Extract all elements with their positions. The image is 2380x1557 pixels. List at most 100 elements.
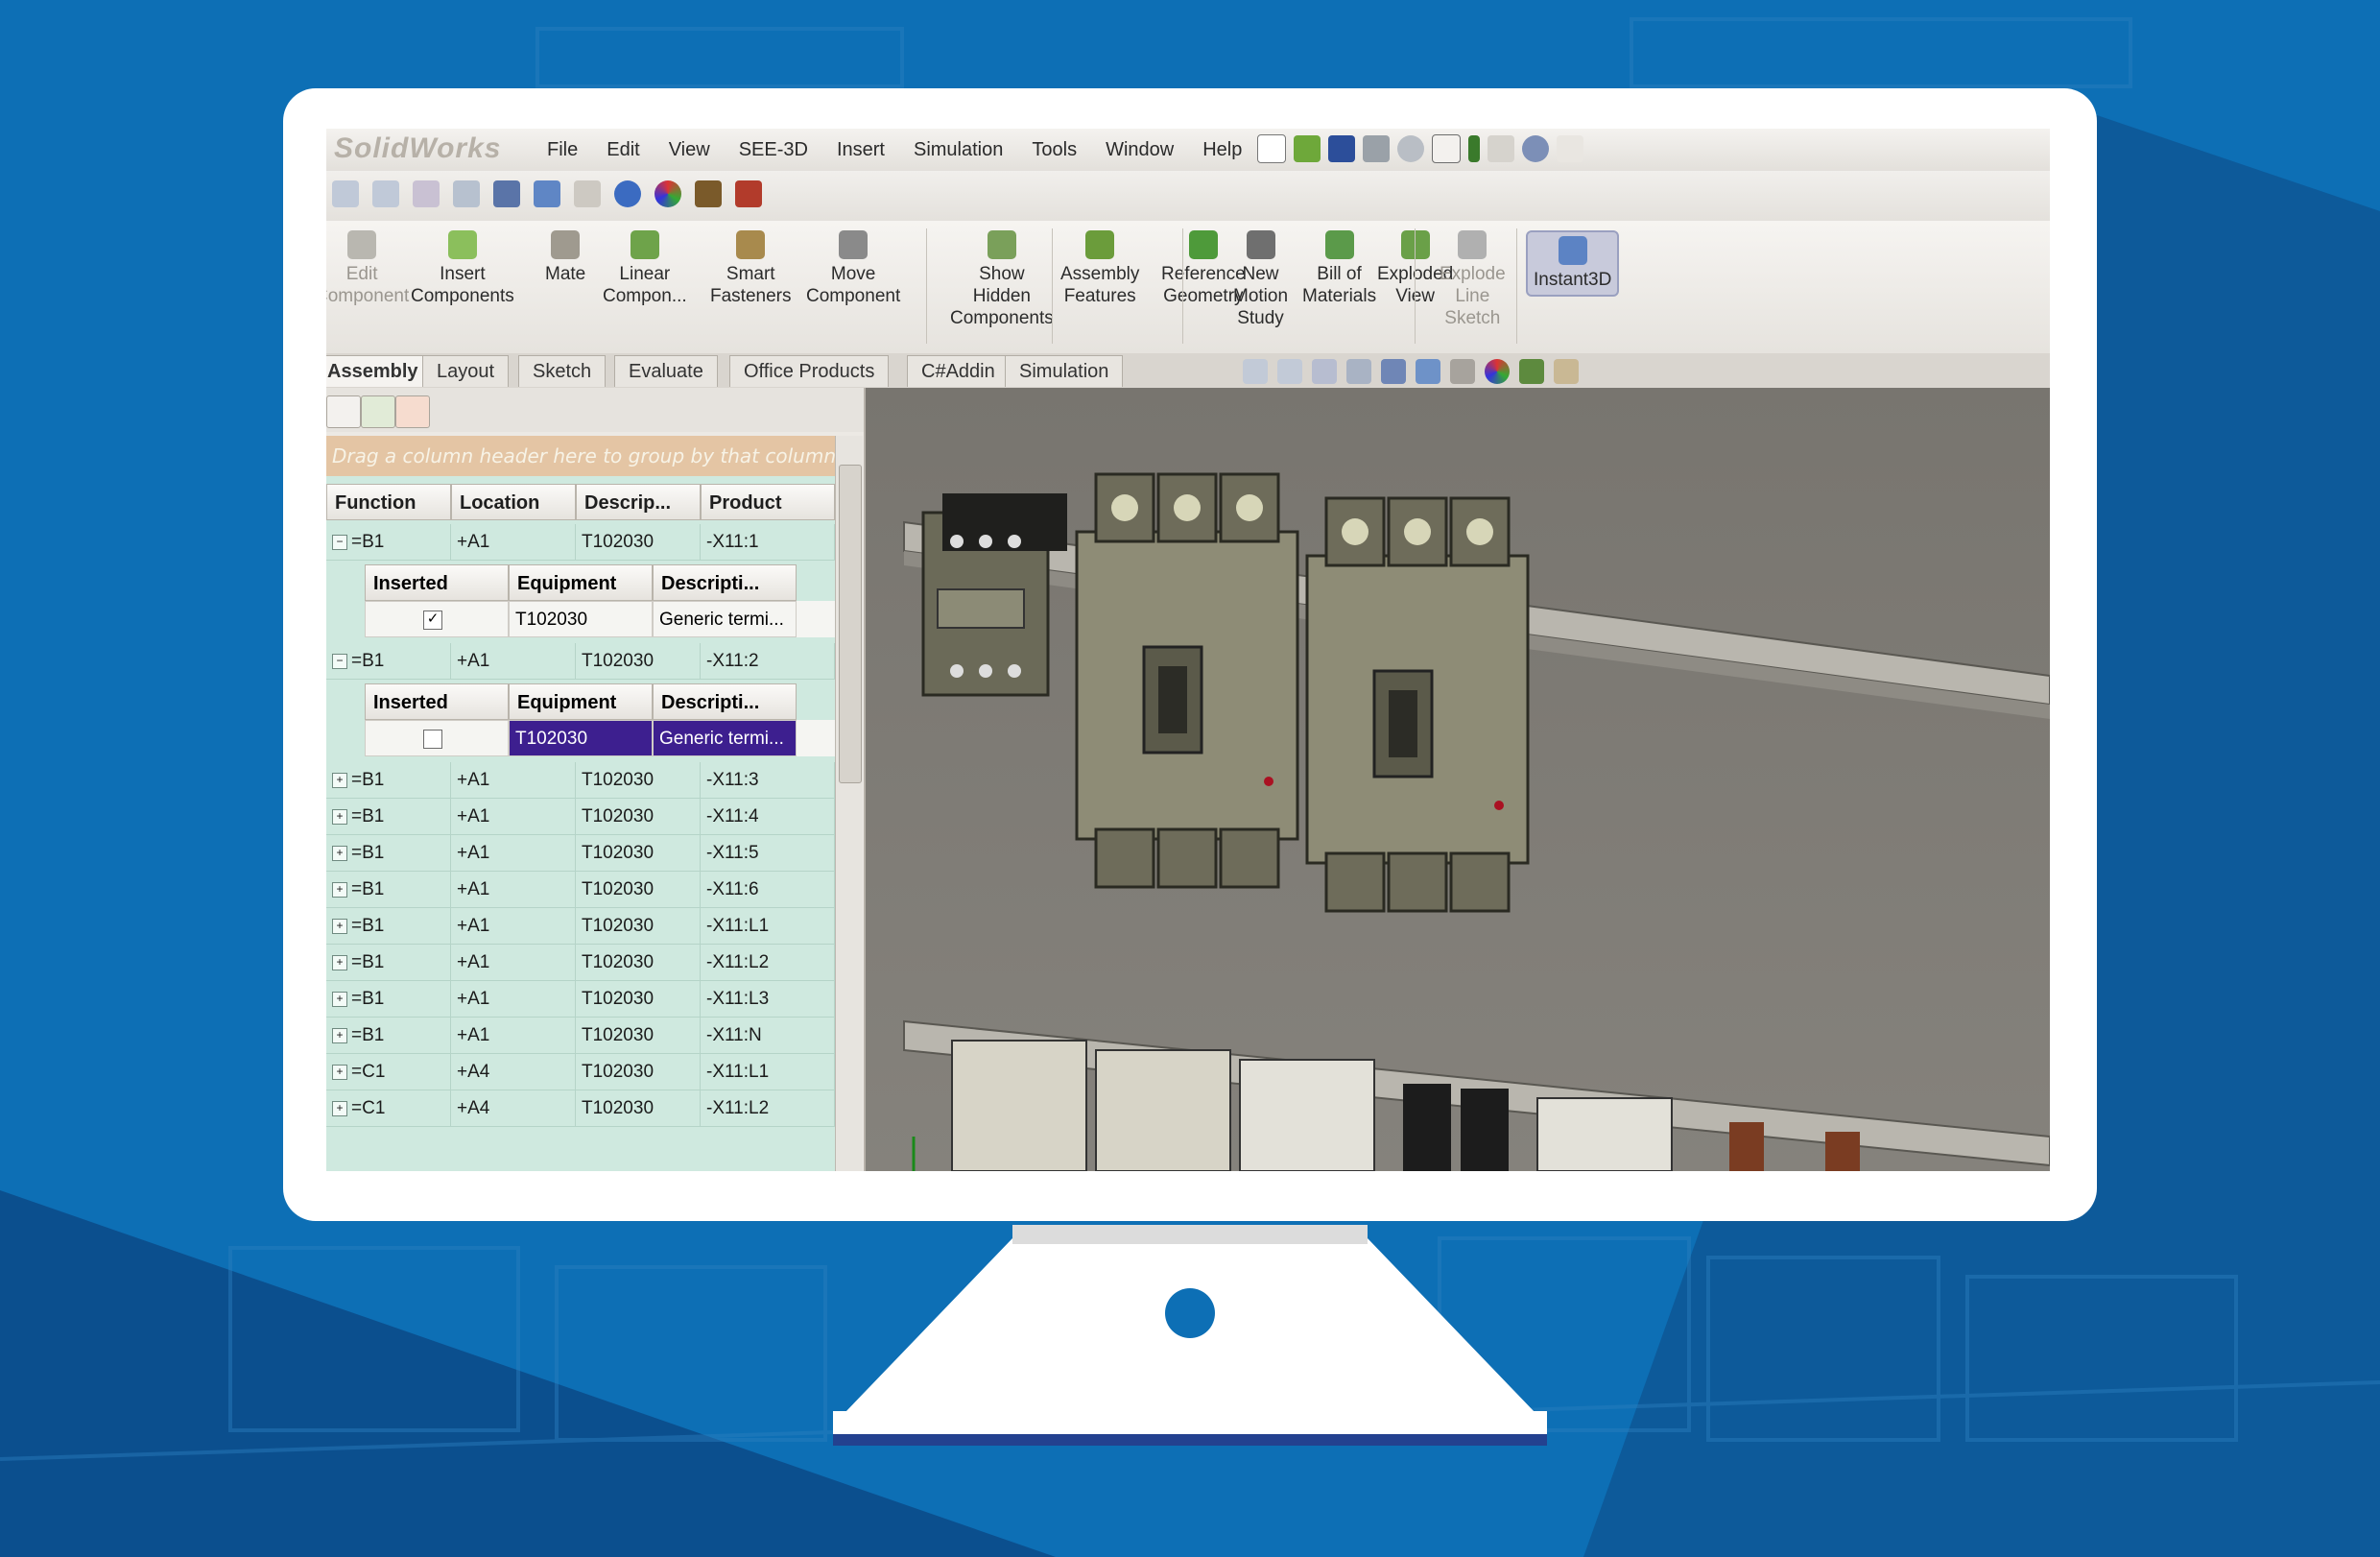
command-smart-fasteners[interactable]: Smart Fasteners xyxy=(710,230,791,307)
command-instant3d[interactable]: Instant3D xyxy=(1526,230,1620,297)
scene-icon[interactable] xyxy=(695,180,722,207)
collapse-icon[interactable]: − xyxy=(332,534,347,550)
expand-icon[interactable]: + xyxy=(332,1100,347,1116)
expand-icon[interactable]: + xyxy=(332,845,347,861)
command-explode-line-sketch[interactable]: Explode Line Sketch xyxy=(1440,230,1506,329)
rebuild-traffic-light-icon[interactable] xyxy=(1468,135,1480,162)
scene-icon[interactable] xyxy=(1519,359,1544,384)
menu-edit[interactable]: Edit xyxy=(607,139,639,161)
previous-view-icon[interactable] xyxy=(1312,359,1337,384)
table-row[interactable]: + =B1 +A1 T102030 -X11:3 xyxy=(326,762,835,799)
rotate-icon[interactable] xyxy=(614,180,641,207)
vertical-scrollbar[interactable] xyxy=(835,436,863,1171)
menu-insert[interactable]: Insert xyxy=(837,139,885,161)
addin-tab-icon[interactable] xyxy=(395,395,430,428)
graphics-viewport[interactable] xyxy=(866,388,2050,1171)
tab-assembly[interactable]: Assembly xyxy=(326,355,433,387)
display-style-icon[interactable] xyxy=(534,180,560,207)
menu-view[interactable]: View xyxy=(669,139,710,161)
zoom-to-fit-icon[interactable] xyxy=(332,180,359,207)
new-document-icon[interactable] xyxy=(1257,134,1286,163)
previous-view-icon[interactable] xyxy=(413,180,440,207)
expand-icon[interactable]: + xyxy=(332,772,347,788)
subgrid-column-header[interactable]: Equipment xyxy=(509,683,653,720)
command-move-component[interactable]: Move Component xyxy=(806,230,900,307)
expand-icon[interactable]: + xyxy=(332,954,347,970)
select-arrow-icon[interactable] xyxy=(1432,134,1461,163)
table-row[interactable]: + =B1 +A1 T102030 -X11:N xyxy=(326,1018,835,1054)
print-icon[interactable] xyxy=(1363,135,1390,162)
section-view-icon[interactable] xyxy=(453,180,480,207)
command-mate[interactable]: Mate xyxy=(545,230,585,285)
zoom-area-icon[interactable] xyxy=(1277,359,1302,384)
subgrid-column-header[interactable]: Equipment xyxy=(509,564,653,601)
render-icon[interactable] xyxy=(735,180,762,207)
tab-layout[interactable]: Layout xyxy=(422,355,510,387)
menu-file[interactable]: File xyxy=(547,139,578,161)
expand-icon[interactable]: + xyxy=(332,1027,347,1043)
table-row[interactable]: + =B1 +A1 T102030 -X11:L2 xyxy=(326,945,835,981)
hide-show-icon[interactable] xyxy=(1450,359,1475,384)
subgrid-row[interactable]: ✓ T102030 Generic termi... xyxy=(365,601,835,637)
column-header-function[interactable]: Function xyxy=(326,484,451,520)
section-view-icon[interactable] xyxy=(1346,359,1371,384)
undo-icon[interactable] xyxy=(1397,135,1424,162)
expand-icon[interactable]: + xyxy=(332,991,347,1007)
options-icon[interactable] xyxy=(1488,135,1514,162)
command-assembly-features[interactable]: Assembly Features xyxy=(1060,230,1139,307)
inserted-checkbox[interactable] xyxy=(423,729,442,749)
tab-sketch[interactable]: Sketch xyxy=(518,355,607,387)
menu-tools[interactable]: Tools xyxy=(1032,139,1077,161)
subgrid-column-header[interactable]: Inserted xyxy=(365,564,509,601)
expand-icon[interactable]: + xyxy=(332,918,347,934)
column-header-product[interactable]: Product xyxy=(701,484,835,520)
command-insert-components[interactable]: Insert Components xyxy=(411,230,514,307)
expand-icon[interactable]: + xyxy=(332,1064,347,1080)
menu-simulation[interactable]: Simulation xyxy=(914,139,1003,161)
column-header-descrip[interactable]: Descrip... xyxy=(576,484,701,520)
menu-window[interactable]: Window xyxy=(1106,139,1174,161)
subgrid-row[interactable]: T102030 Generic termi... xyxy=(365,720,835,756)
menu-help[interactable]: Help xyxy=(1202,139,1242,161)
zoom-area-icon[interactable] xyxy=(372,180,399,207)
view-orientation-icon[interactable] xyxy=(1381,359,1406,384)
collapse-icon[interactable]: − xyxy=(332,653,347,669)
table-row[interactable]: + =B1 +A1 T102030 -X11:L1 xyxy=(326,908,835,945)
help-icon[interactable] xyxy=(1557,135,1583,162)
scrollbar-thumb[interactable] xyxy=(839,465,862,783)
appearance-icon[interactable] xyxy=(654,180,681,207)
tab-c-addin[interactable]: C#Addin xyxy=(907,355,1010,387)
table-row[interactable]: − =B1 +A1 T102030 -X11:2 xyxy=(326,643,835,680)
tab-office-products[interactable]: Office Products xyxy=(729,355,890,387)
zoom-to-fit-icon[interactable] xyxy=(1243,359,1268,384)
table-row[interactable]: + =B1 +A1 T102030 -X11:5 xyxy=(326,835,835,872)
command-linear-compon[interactable]: Linear Compon... xyxy=(603,230,687,307)
search-icon[interactable] xyxy=(1522,135,1549,162)
expand-icon[interactable]: + xyxy=(332,808,347,825)
table-row[interactable]: + =B1 +A1 T102030 -X11:4 xyxy=(326,799,835,835)
subgrid-column-header[interactable]: Descripti... xyxy=(653,683,797,720)
table-row[interactable]: + =B1 +A1 T102030 -X11:6 xyxy=(326,872,835,908)
property-manager-tab-icon[interactable] xyxy=(361,395,395,428)
open-folder-icon[interactable] xyxy=(1294,135,1321,162)
command-bill-of-materials[interactable]: Bill of Materials xyxy=(1302,230,1376,307)
subgrid-column-header[interactable]: Inserted xyxy=(365,683,509,720)
table-row[interactable]: + =B1 +A1 T102030 -X11:L3 xyxy=(326,981,835,1018)
command-edit-component[interactable]: Edit Component xyxy=(326,230,409,307)
display-style-icon[interactable] xyxy=(1416,359,1440,384)
column-header-location[interactable]: Location xyxy=(451,484,576,520)
view-settings-icon[interactable] xyxy=(1554,359,1579,384)
hide-show-icon[interactable] xyxy=(574,180,601,207)
save-icon[interactable] xyxy=(1328,135,1355,162)
tab-evaluate[interactable]: Evaluate xyxy=(614,355,718,387)
menu-see-3d[interactable]: SEE-3D xyxy=(739,139,808,161)
appearance-icon[interactable] xyxy=(1485,359,1510,384)
expand-icon[interactable]: + xyxy=(332,881,347,898)
table-row[interactable]: + =C1 +A4 T102030 -X11:L1 xyxy=(326,1054,835,1090)
inserted-checkbox[interactable]: ✓ xyxy=(423,610,442,630)
feature-manager-tab-icon[interactable] xyxy=(326,395,361,428)
command-show-hidden-components[interactable]: Show Hidden Components xyxy=(950,230,1054,329)
tab-simulation[interactable]: Simulation xyxy=(1005,355,1124,387)
table-row[interactable]: + =C1 +A4 T102030 -X11:L2 xyxy=(326,1090,835,1127)
table-row[interactable]: − =B1 +A1 T102030 -X11:1 xyxy=(326,524,835,561)
